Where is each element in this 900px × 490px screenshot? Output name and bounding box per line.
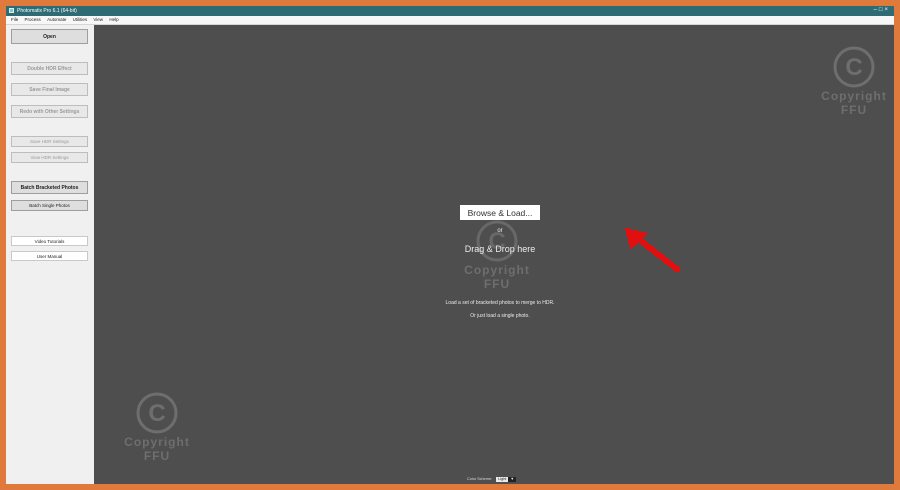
watermark-text-line2: FFU	[483, 277, 511, 291]
svg-text:C: C	[148, 400, 165, 427]
menu-view[interactable]: View	[93, 16, 103, 24]
chevron-down-icon[interactable]: ▼	[508, 477, 517, 482]
instruction-line-1: Load a set of bracketed photos to merge …	[445, 300, 555, 306]
menu-help[interactable]: Help	[109, 16, 118, 24]
user-manual-button[interactable]: User Manual	[11, 251, 88, 261]
window-controls: –□×	[874, 7, 890, 14]
sidebar: Open Double HDR Effect Save Final Image …	[6, 25, 93, 484]
copyright-icon: C	[476, 220, 518, 262]
color-scheme-control: Color Scheme: Light ▼	[467, 477, 517, 482]
close-button[interactable]: ×	[884, 7, 890, 13]
app-icon	[9, 8, 14, 13]
app-window: Photomatix Pro 6.1 (64-bit) –□× File Pro…	[6, 6, 894, 484]
menu-process[interactable]: Process	[25, 16, 41, 24]
watermark-text-line1: Copyright	[124, 435, 190, 449]
menu-file[interactable]: File	[11, 16, 18, 24]
view-hdr-settings-button[interactable]: View HDR Settings	[11, 152, 88, 163]
menu-automate[interactable]: Automate	[47, 16, 66, 24]
window-title: Photomatix Pro 6.1 (64-bit)	[17, 8, 77, 14]
watermark-text-line1: Copyright	[821, 89, 887, 103]
save-final-image-button[interactable]: Save Final Image	[11, 83, 88, 96]
copyright-icon: C	[136, 392, 178, 434]
open-button[interactable]: Open	[11, 29, 88, 44]
redo-settings-button[interactable]: Redo with Other Settings	[11, 105, 88, 118]
copyright-icon: C	[833, 46, 875, 88]
menu-bar: File Process Automate Utilities View Hel…	[6, 16, 894, 25]
instruction-line-2: Or just load a single photo.	[470, 313, 530, 319]
menu-utilities[interactable]: Utilities	[73, 16, 88, 24]
title-bar: Photomatix Pro 6.1 (64-bit) –□×	[6, 6, 894, 16]
save-hdr-settings-button[interactable]: Save HDR Settings	[11, 136, 88, 147]
or-label: or	[497, 228, 503, 234]
batch-single-button[interactable]: Batch Single Photos	[11, 200, 88, 211]
drag-drop-label: Drag & Drop here	[464, 244, 536, 254]
video-tutorials-button[interactable]: Video Tutorials	[11, 236, 88, 246]
workspace[interactable]: C Copyright FFU C Copyright FFU C Copyri…	[94, 25, 894, 484]
watermark-bottom-left: C Copyright FFU	[112, 391, 202, 463]
browse-load-button[interactable]: Browse & Load...	[460, 205, 540, 220]
watermark-top-right: C Copyright FFU	[809, 45, 894, 117]
color-scheme-label: Color Scheme:	[467, 477, 493, 481]
double-hdr-button[interactable]: Double HDR Effect	[11, 62, 88, 75]
batch-bracketed-button[interactable]: Batch Bracketed Photos	[11, 181, 88, 194]
red-arrow-icon	[624, 227, 680, 272]
svg-text:C: C	[845, 54, 862, 81]
watermark-text-line2: FFU	[143, 449, 171, 463]
color-scheme-select[interactable]: Light	[496, 477, 509, 482]
watermark-text-line2: FFU	[840, 103, 868, 117]
watermark-text-line1: Copyright	[464, 263, 530, 277]
